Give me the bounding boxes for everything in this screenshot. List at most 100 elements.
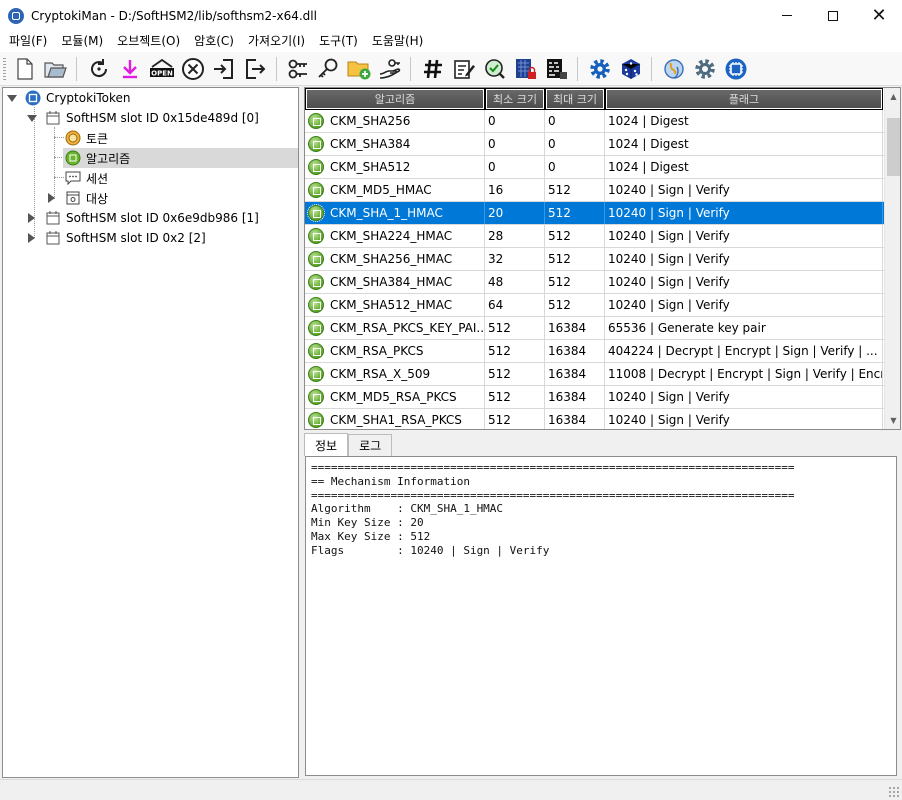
cell-text: 512: [548, 206, 571, 220]
tree-item-session[interactable]: 세션: [65, 168, 108, 188]
cell-text: 10240 | Sign | Verify: [608, 229, 730, 243]
table-row[interactable]: CKM_RSA_PKCS 512 16384 404224 | Decrypt | E…: [305, 340, 885, 363]
tree-collapse-icon[interactable]: [28, 213, 35, 223]
close-button[interactable]: ✕: [856, 0, 902, 31]
scrollbar-thumb[interactable]: [887, 118, 900, 176]
verify-button[interactable]: [482, 56, 508, 82]
table-row[interactable]: CKM_SHA512_HMAC 64 512 10240 | Sign | Verif…: [305, 294, 885, 317]
cell-text: 1024 | Digest: [608, 137, 689, 151]
table-row[interactable]: CKM_SHA1_RSA_PKCS 512 16384 10240 | Sign | …: [305, 409, 885, 429]
cell-min-size: 512: [485, 340, 545, 362]
menu-object[interactable]: 오브젝트(O): [110, 31, 187, 52]
tab-log[interactable]: 로그: [348, 434, 393, 456]
cell-text: 10240 | Sign | Verify: [608, 298, 730, 312]
info-panel[interactable]: ========================================…: [305, 456, 897, 776]
cell-text: 512: [488, 413, 511, 427]
tree-item-object[interactable]: 대상: [48, 188, 108, 208]
cell-algorithm: CKM_SHA224_HMAC: [305, 225, 485, 247]
cell-max-size: 16384: [545, 340, 605, 362]
tree-item-mechanism[interactable]: 알고리즘: [63, 148, 298, 168]
table-row[interactable]: CKM_SHA384_HMAC 48 512 10240 | Sign | Verif…: [305, 271, 885, 294]
menu-import[interactable]: 가져오기(I): [241, 31, 312, 52]
close-session-button[interactable]: [180, 56, 206, 82]
table-row[interactable]: CKM_MD5_HMAC 16 512 10240 | Sign | Verify: [305, 179, 885, 202]
tab-info[interactable]: 정보: [304, 433, 349, 456]
tree-expand-icon[interactable]: [27, 114, 37, 122]
cell-min-size: 48: [485, 271, 545, 293]
menu-file[interactable]: 파일(F): [2, 31, 54, 52]
column-header-max-size[interactable]: 최대 크기: [545, 88, 605, 110]
mechanism-icon: [308, 136, 324, 152]
mechanism-table[interactable]: 알고리즘 최소 크기 최대 크기 플래그 CKM_SHA256 0 0 1024 | …: [304, 87, 901, 430]
menu-module[interactable]: 모듈(M): [54, 31, 110, 52]
tree-item-slot1[interactable]: SoftHSM slot ID 0x6e9db986 [1]: [28, 208, 259, 228]
tree-item-slot0[interactable]: SoftHSM slot ID 0x15de489d [0]: [27, 108, 259, 128]
column-header-flags[interactable]: 플래그: [605, 88, 883, 110]
column-header-algorithm[interactable]: 알고리즘: [305, 88, 485, 110]
module-info-button[interactable]: [723, 56, 749, 82]
cell-max-size: 16384: [545, 317, 605, 339]
maximize-button[interactable]: [810, 0, 856, 31]
logout-button[interactable]: [242, 56, 268, 82]
cell-min-size: 64: [485, 294, 545, 316]
table-row[interactable]: CKM_RSA_X_509 512 16384 11008 | Decrypt | E…: [305, 363, 885, 386]
slot-tree[interactable]: CryptokiToken SoftHSM slot ID 0x15de489d…: [2, 87, 299, 778]
menu-crypto[interactable]: 암호(C): [187, 31, 241, 52]
tree-expand-icon[interactable]: [7, 94, 17, 102]
logout-icon: [246, 59, 266, 79]
download-button[interactable]: [117, 56, 143, 82]
table-row[interactable]: CKM_SHA256_HMAC 32 512 10240 | Sign | Verif…: [305, 248, 885, 271]
scroll-down-arrow-icon[interactable]: ▼: [885, 412, 900, 429]
add-object-button[interactable]: [346, 56, 372, 82]
random-button[interactable]: [618, 56, 644, 82]
login-button[interactable]: [211, 56, 237, 82]
import-key-button[interactable]: [377, 56, 403, 82]
mechanism-icon: [308, 228, 324, 244]
menu-tools[interactable]: 도구(T): [312, 31, 365, 52]
new-file-button[interactable]: [12, 56, 38, 82]
tree-item-slot2[interactable]: SoftHSM slot ID 0x2 [2]: [28, 228, 206, 248]
open-session-button[interactable]: OPEN: [147, 56, 177, 82]
sign-button[interactable]: [451, 56, 477, 82]
key-search-button[interactable]: [315, 56, 341, 82]
table-row[interactable]: CKM_SHA512 0 0 1024 | Digest: [305, 156, 885, 179]
refresh-button[interactable]: [86, 56, 112, 82]
table-row[interactable]: CKM_RSA_PKCS_KEY_PAI... 512 16384 65536 | G…: [305, 317, 885, 340]
tree-collapse-icon[interactable]: [48, 193, 55, 203]
resize-grip-icon[interactable]: [888, 786, 900, 798]
cell-flags: 1024 | Digest: [605, 133, 883, 155]
open-file-button[interactable]: [42, 56, 68, 82]
table-row[interactable]: CKM_SHA384 0 0 1024 | Digest: [305, 133, 885, 156]
cell-text: 512: [488, 344, 511, 358]
cell-text: CKM_SHA_1_HMAC: [330, 206, 443, 220]
cell-min-size: 512: [485, 363, 545, 385]
table-row[interactable]: CKM_SHA224_HMAC 28 512 10240 | Sign | Verif…: [305, 225, 885, 248]
scroll-up-arrow-icon[interactable]: ▲: [885, 88, 900, 105]
decrypt-button[interactable]: [543, 56, 569, 82]
cell-min-size: 512: [485, 386, 545, 408]
toolbar-gripper[interactable]: [3, 58, 6, 80]
menu-help[interactable]: 도움말(H): [365, 31, 431, 52]
options-button[interactable]: [692, 56, 718, 82]
mechanism-icon: [308, 366, 324, 382]
table-row[interactable]: CKM_MD5_RSA_PKCS 512 16384 10240 | Sign | V…: [305, 386, 885, 409]
cell-text: 0: [488, 160, 496, 174]
minimize-button[interactable]: [764, 0, 810, 31]
table-row[interactable]: CKM_SHA256 0 0 1024 | Digest: [305, 110, 885, 133]
tree-item-token[interactable]: 토큰: [65, 128, 108, 148]
tree-collapse-icon[interactable]: [28, 233, 35, 243]
key-tree-button[interactable]: [285, 56, 311, 82]
mechanism-icon: [308, 274, 324, 290]
cell-text: 10240 | Sign | Verify: [608, 390, 730, 404]
vertical-scrollbar[interactable]: ▲ ▼: [884, 88, 900, 429]
app-icon: [8, 7, 24, 24]
about-button[interactable]: [661, 56, 687, 82]
table-row[interactable]: CKM_SHA_1_HMAC 20 512 10240 | Sign | Verify: [305, 202, 885, 225]
tree-item-root[interactable]: CryptokiToken: [7, 88, 131, 108]
encrypt-button[interactable]: [512, 56, 538, 82]
settings-button[interactable]: [587, 56, 613, 82]
column-header-min-size[interactable]: 최소 크기: [485, 88, 545, 110]
digest-button[interactable]: [420, 56, 446, 82]
cell-algorithm: CKM_SHA512_HMAC: [305, 294, 485, 316]
token-icon: [65, 130, 81, 146]
